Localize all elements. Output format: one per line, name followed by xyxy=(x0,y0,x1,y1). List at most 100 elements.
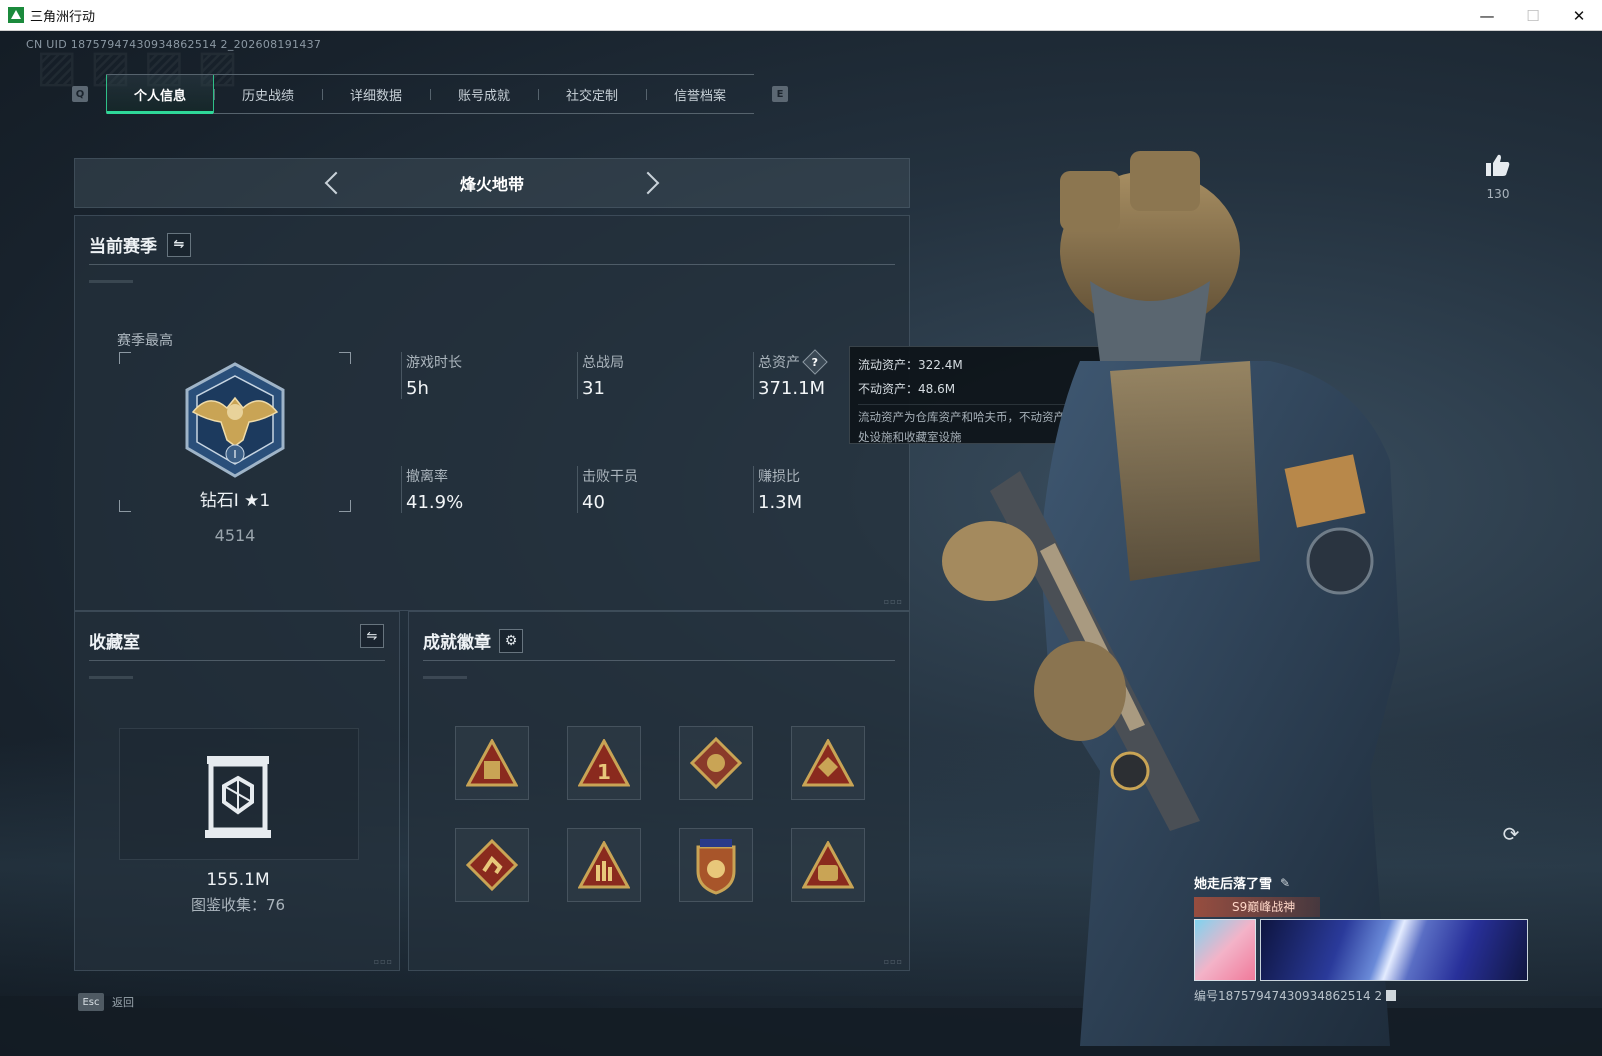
season-header: 当前赛季 ⇋ xyxy=(89,232,191,257)
stat-total-matches: 总战局 31 xyxy=(577,352,624,399)
stat-label: 游戏时长 xyxy=(406,355,462,371)
prev-mode-button[interactable] xyxy=(312,163,352,203)
copy-icon[interactable] xyxy=(1386,990,1397,1001)
stat-total-assets: 总资产 ? 371.1M xyxy=(753,349,828,399)
rank-frame: I 钻石I ★1 xyxy=(119,352,351,512)
stat-value: 371.1M xyxy=(758,378,826,399)
divider xyxy=(89,660,385,661)
minimize-button[interactable]: — xyxy=(1464,0,1510,31)
badge-settings-button[interactable]: ⚙ xyxy=(499,628,523,653)
hand-sign-badge-icon xyxy=(578,841,630,889)
tab-detailed-data[interactable]: 详细数据 xyxy=(322,75,430,113)
window-title: 三角洲行动 xyxy=(30,9,96,25)
tab-achievements[interactable]: 账号成就 xyxy=(430,75,538,113)
chevron-left-icon xyxy=(324,171,348,195)
player-id-row: 编号18757947430934862514 2 xyxy=(1194,987,1397,1004)
season-panel: 当前赛季 ⇋ 赛季最高 I 钻石I ★1 4514 游戏时长 5h 总战局 31 xyxy=(74,215,910,611)
badge-slot[interactable] xyxy=(679,828,753,902)
rank-score: 4514 xyxy=(214,526,256,545)
decorative-line xyxy=(423,676,467,679)
stat-value: 5h xyxy=(406,378,429,399)
badges-header: 成就徽章 ⚙ xyxy=(423,628,523,653)
key-hint-q[interactable]: Q xyxy=(72,86,88,102)
tab-bar: Q 个人信息 历史战绩 详细数据 账号成就 社交定制 信誉档案 E xyxy=(72,74,788,114)
stat-profit-loss: 赚损比 1.3M xyxy=(753,466,802,513)
divider xyxy=(89,264,895,265)
season-switch-button[interactable]: ⇋ xyxy=(167,232,191,257)
key-hint-e[interactable]: E xyxy=(772,86,788,102)
divider xyxy=(423,660,895,661)
decorative-line xyxy=(89,676,133,679)
like-count: 130 xyxy=(1486,187,1510,201)
badge-slot[interactable] xyxy=(455,726,529,800)
chevron-right-icon xyxy=(636,171,660,195)
rank-name: 钻石I ★1 xyxy=(199,491,271,511)
fist-badge-icon xyxy=(802,841,854,889)
stat-kills: 击败干员 40 xyxy=(577,466,638,513)
stat-label: 赚损比 xyxy=(758,469,800,485)
runner-badge-icon xyxy=(466,839,518,891)
gear-icon: ⚙ xyxy=(504,632,518,649)
shield-crest-badge-icon xyxy=(802,739,854,787)
badge-slot[interactable] xyxy=(679,726,753,800)
help-icon[interactable]: ? xyxy=(802,349,828,375)
like-block[interactable]: 130 xyxy=(1478,153,1518,201)
stat-extraction-rate: 撤离率 41.9% xyxy=(401,466,463,513)
panel-corner-deco: ▫▫▫ xyxy=(883,957,903,966)
stat-label: 击败干员 xyxy=(582,469,638,485)
collection-switch-button[interactable]: ⇋ xyxy=(360,624,384,648)
panel-corner-deco: ▫▫▫ xyxy=(883,597,903,606)
mission-badge-icon xyxy=(466,739,518,787)
tabs: 个人信息 历史战绩 详细数据 账号成就 社交定制 信誉档案 xyxy=(106,74,754,114)
uid-label: CN UID 18757947430934862514 2_2026081914… xyxy=(26,38,322,51)
badge-slot[interactable] xyxy=(567,828,641,902)
edit-name-icon[interactable]: ✎ xyxy=(1280,876,1290,890)
svg-text:1: 1 xyxy=(597,760,611,784)
badge-slot[interactable]: 1 xyxy=(567,726,641,800)
player-name-row: 她走后落了雪 ✎ xyxy=(1194,873,1290,893)
stat-label: 总资产 ? xyxy=(758,349,828,375)
back-label: 返回 xyxy=(112,996,134,1009)
panel-corner-deco: ▫▫▫ xyxy=(373,957,393,966)
badges-panel: 成就徽章 ⚙ 1 ▫▫▫ xyxy=(408,611,910,971)
next-mode-button[interactable] xyxy=(632,163,672,203)
refresh-icon: ⟳ xyxy=(1502,822,1520,846)
stat-value: 1.3M xyxy=(758,492,803,513)
player-card[interactable]: 她走后落了雪 ✎ S9巅峰战神 编号18757947430934862514 2 xyxy=(1190,863,1530,1023)
player-banner xyxy=(1260,919,1528,981)
mode-selector: 烽火地带 xyxy=(74,158,910,208)
maximize-button[interactable]: ☐ xyxy=(1510,0,1556,31)
collection-count: 图鉴收集：76 xyxy=(190,896,286,914)
mode-label: 烽火地带 xyxy=(459,175,524,194)
stat-play-time: 游戏时长 5h xyxy=(401,352,462,399)
tab-history[interactable]: 历史战绩 xyxy=(214,75,322,113)
tab-social-custom[interactable]: 社交定制 xyxy=(538,75,646,113)
badge-slot[interactable] xyxy=(455,828,529,902)
decorative-line xyxy=(89,280,133,283)
swap-icon: ⇋ xyxy=(366,628,378,644)
game-viewport: ▨▨▨▨ CN UID 18757947430934862514 2_20260… xyxy=(0,31,1602,1056)
star-shield-badge-icon xyxy=(696,839,736,895)
refresh-button[interactable]: ⟳ xyxy=(1498,821,1524,847)
collection-panel: 收藏室 ⇋ 155.1M 图鉴收集：76 ▫▫▫ xyxy=(74,611,400,971)
stat-label: 总战局 xyxy=(582,355,624,371)
player-avatar xyxy=(1194,919,1256,981)
diamond-rank-emblem-icon: I xyxy=(185,362,285,478)
tab-personal-info[interactable]: 个人信息 xyxy=(106,75,214,114)
badge-slot[interactable] xyxy=(791,828,865,902)
window-titlebar: 三角洲行动 — ☐ ✕ xyxy=(0,0,1602,31)
dragon-badge-icon xyxy=(690,737,742,789)
badge-grid: 1 xyxy=(455,726,865,902)
season-title: 当前赛季 xyxy=(89,237,157,257)
back-hint[interactable]: Esc 返回 xyxy=(78,993,134,1011)
stat-value: 31 xyxy=(582,378,605,399)
close-button[interactable]: ✕ xyxy=(1556,0,1602,31)
badge-slot[interactable] xyxy=(791,726,865,800)
thumbs-up-icon xyxy=(1486,154,1510,176)
collection-title: 收藏室 xyxy=(89,633,140,653)
svg-text:I: I xyxy=(233,448,236,461)
tab-credit-record[interactable]: 信誉档案 xyxy=(646,75,754,113)
player-id: 编号18757947430934862514 2 xyxy=(1194,989,1383,1003)
swap-icon: ⇋ xyxy=(173,237,185,252)
season-best-label: 赛季最高 xyxy=(117,333,173,349)
